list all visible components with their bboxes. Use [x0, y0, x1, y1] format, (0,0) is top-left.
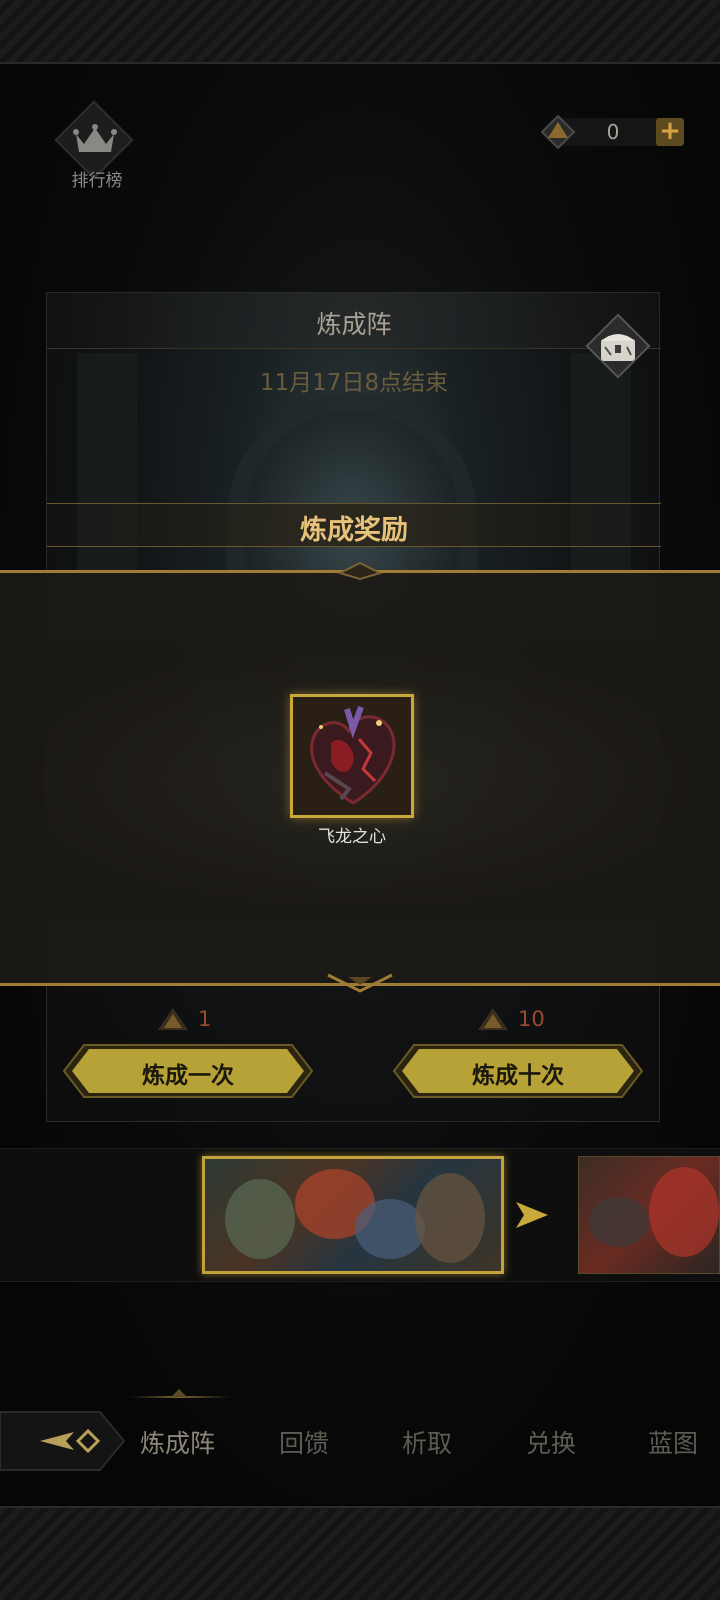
reward-header: 炼成奖励 — [47, 503, 661, 547]
refine-once-button[interactable]: 炼成一次 — [62, 1043, 314, 1099]
add-currency-button[interactable]: + — [656, 118, 684, 146]
tab-extract[interactable]: 析取 — [402, 1424, 452, 1460]
tab-refine[interactable]: 炼成阵 — [140, 1424, 215, 1460]
nav-indicator-mark — [171, 1389, 187, 1397]
tab-blueprint[interactable]: 蓝图 — [648, 1424, 698, 1460]
reward-item-slot[interactable] — [290, 694, 414, 818]
card-art — [589, 1197, 649, 1247]
card-art — [649, 1167, 719, 1257]
panel-title: 炼成阵 — [316, 310, 392, 339]
reward-preview-button[interactable] — [585, 313, 651, 379]
reward-item-name: 飞龙之心 — [318, 827, 386, 847]
refine-stone-icon — [540, 114, 576, 150]
refine-ten-label: 炼成十次 — [472, 1063, 564, 1089]
ten-cost-value: 10 — [518, 1007, 545, 1031]
ranking-button[interactable]: 排行榜 — [54, 100, 136, 192]
ranking-label: 排行榜 — [71, 171, 123, 191]
top-frame-bar — [0, 0, 720, 64]
refine-once-label: 炼成一次 — [142, 1063, 234, 1089]
crown-icon — [73, 124, 117, 152]
ornament-top — [337, 561, 383, 581]
card-art — [355, 1199, 425, 1259]
next-arrow-icon[interactable] — [512, 1198, 552, 1232]
dragon-heart-icon — [310, 705, 396, 805]
bottom-frame-bar — [0, 1506, 720, 1600]
single-cost-value: 1 — [198, 1007, 212, 1031]
refine-stone-icon — [158, 1008, 188, 1030]
refine-ten-button[interactable]: 炼成十次 — [392, 1043, 644, 1099]
chest-icon — [601, 334, 635, 361]
tab-feedback[interactable]: 回馈 — [279, 1424, 329, 1460]
card-art — [415, 1173, 485, 1263]
event-end-time: 11月17日8点结束 — [259, 370, 449, 396]
currency-value: 0 — [606, 120, 620, 144]
ornament-bottom — [327, 973, 393, 993]
currency-counter: 0 + — [538, 112, 688, 152]
card-art — [225, 1179, 295, 1259]
back-arrow-icon[interactable] — [0, 1410, 126, 1472]
refine-stone-icon — [478, 1008, 508, 1030]
tab-exchange[interactable]: 兑换 — [526, 1424, 576, 1460]
reward-title: 炼成奖励 — [300, 515, 408, 546]
stage-card-next[interactable] — [578, 1156, 720, 1274]
stage-card-current[interactable] — [202, 1156, 504, 1274]
